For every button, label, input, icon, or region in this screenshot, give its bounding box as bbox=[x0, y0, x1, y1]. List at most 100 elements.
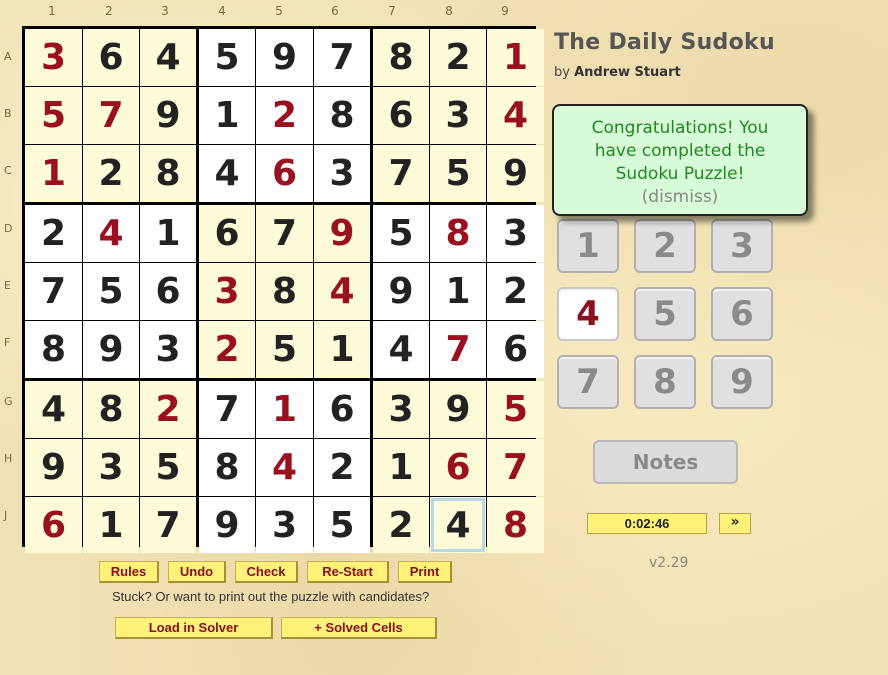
cell-J1[interactable]: 6 bbox=[25, 497, 82, 553]
cell-E3[interactable]: 6 bbox=[140, 263, 196, 320]
cell-D7[interactable]: 5 bbox=[373, 205, 429, 262]
cell-E2[interactable]: 5 bbox=[83, 263, 139, 320]
cell-B5[interactable]: 2 bbox=[256, 87, 313, 144]
cell-A4[interactable]: 5 bbox=[199, 29, 255, 86]
cell-F2[interactable]: 9 bbox=[83, 321, 139, 378]
cell-D3[interactable]: 1 bbox=[140, 205, 196, 262]
numpad-button-2[interactable]: 2 bbox=[634, 219, 696, 273]
cell-C4[interactable]: 4 bbox=[199, 145, 255, 202]
cell-G7[interactable]: 3 bbox=[373, 381, 429, 438]
cell-C7[interactable]: 7 bbox=[373, 145, 429, 202]
cell-H8[interactable]: 6 bbox=[430, 439, 486, 496]
rules-button[interactable]: Rules bbox=[99, 561, 159, 583]
timer-next-button[interactable]: » bbox=[719, 513, 751, 534]
cell-G1[interactable]: 4 bbox=[25, 381, 82, 438]
cell-J3[interactable]: 7 bbox=[140, 497, 196, 553]
cell-D6[interactable]: 9 bbox=[314, 205, 370, 262]
cell-B1[interactable]: 5 bbox=[25, 87, 82, 144]
cell-E1[interactable]: 7 bbox=[25, 263, 82, 320]
cell-H4[interactable]: 8 bbox=[199, 439, 255, 496]
cell-B4[interactable]: 1 bbox=[199, 87, 255, 144]
cell-D8[interactable]: 8 bbox=[430, 205, 486, 262]
numpad-button-6[interactable]: 6 bbox=[711, 287, 773, 341]
cell-J2[interactable]: 1 bbox=[83, 497, 139, 553]
cell-G6[interactable]: 6 bbox=[314, 381, 370, 438]
numpad-button-4[interactable]: 4 bbox=[557, 287, 619, 341]
cell-C9[interactable]: 9 bbox=[487, 145, 544, 202]
check-button[interactable]: Check bbox=[235, 561, 298, 583]
cell-H9[interactable]: 7 bbox=[487, 439, 544, 496]
cell-F4[interactable]: 2 bbox=[199, 321, 255, 378]
cell-E9[interactable]: 2 bbox=[487, 263, 544, 320]
cell-C3[interactable]: 8 bbox=[140, 145, 196, 202]
cell-H6[interactable]: 2 bbox=[314, 439, 370, 496]
cell-F9[interactable]: 6 bbox=[487, 321, 544, 378]
numpad-button-5[interactable]: 5 bbox=[634, 287, 696, 341]
cell-C1[interactable]: 1 bbox=[25, 145, 82, 202]
cell-A5[interactable]: 9 bbox=[256, 29, 313, 86]
cell-C5[interactable]: 6 bbox=[256, 145, 313, 202]
cell-F5[interactable]: 5 bbox=[256, 321, 313, 378]
cell-B2[interactable]: 7 bbox=[83, 87, 139, 144]
cell-J9[interactable]: 8 bbox=[487, 497, 544, 553]
cell-A8[interactable]: 2 bbox=[430, 29, 486, 86]
numpad-button-1[interactable]: 1 bbox=[557, 219, 619, 273]
cell-C6[interactable]: 3 bbox=[314, 145, 370, 202]
undo-button[interactable]: Undo bbox=[168, 561, 226, 583]
cell-A3[interactable]: 4 bbox=[140, 29, 196, 86]
cell-D1[interactable]: 2 bbox=[25, 205, 82, 262]
restart-button[interactable]: Re-Start bbox=[307, 561, 389, 583]
cell-J8[interactable]: 4 bbox=[430, 497, 486, 553]
numpad-button-8[interactable]: 8 bbox=[634, 355, 696, 409]
cell-E8[interactable]: 1 bbox=[430, 263, 486, 320]
cell-D5[interactable]: 7 bbox=[256, 205, 313, 262]
cell-E6[interactable]: 4 bbox=[314, 263, 370, 320]
numpad-button-3[interactable]: 3 bbox=[711, 219, 773, 273]
cell-E7[interactable]: 9 bbox=[373, 263, 429, 320]
cell-B6[interactable]: 8 bbox=[314, 87, 370, 144]
cell-F6[interactable]: 1 bbox=[314, 321, 370, 378]
cell-C8[interactable]: 5 bbox=[430, 145, 486, 202]
cell-A7[interactable]: 8 bbox=[373, 29, 429, 86]
dismiss-link[interactable]: (dismiss) bbox=[554, 186, 806, 209]
cell-B9[interactable]: 4 bbox=[487, 87, 544, 144]
cell-J7[interactable]: 2 bbox=[373, 497, 429, 553]
notes-button[interactable]: Notes bbox=[593, 440, 738, 484]
load-in-solver-button[interactable]: Load in Solver bbox=[115, 617, 273, 639]
cell-A2[interactable]: 6 bbox=[83, 29, 139, 86]
cell-B7[interactable]: 6 bbox=[373, 87, 429, 144]
cell-H1[interactable]: 9 bbox=[25, 439, 82, 496]
cell-G3[interactable]: 2 bbox=[140, 381, 196, 438]
cell-D9[interactable]: 3 bbox=[487, 205, 544, 262]
cell-G2[interactable]: 8 bbox=[83, 381, 139, 438]
numpad-button-9[interactable]: 9 bbox=[711, 355, 773, 409]
cell-D2[interactable]: 4 bbox=[83, 205, 139, 262]
print-button[interactable]: Print bbox=[398, 561, 452, 583]
cell-C2[interactable]: 2 bbox=[83, 145, 139, 202]
cell-J5[interactable]: 3 bbox=[256, 497, 313, 553]
cell-F3[interactable]: 3 bbox=[140, 321, 196, 378]
cell-F8[interactable]: 7 bbox=[430, 321, 486, 378]
cell-H2[interactable]: 3 bbox=[83, 439, 139, 496]
solved-cells-button[interactable]: + Solved Cells bbox=[281, 617, 437, 639]
cell-G8[interactable]: 9 bbox=[430, 381, 486, 438]
cell-G9[interactable]: 5 bbox=[487, 381, 544, 438]
cell-A6[interactable]: 7 bbox=[314, 29, 370, 86]
cell-H5[interactable]: 4 bbox=[256, 439, 313, 496]
cell-E5[interactable]: 8 bbox=[256, 263, 313, 320]
cell-J4[interactable]: 9 bbox=[199, 497, 255, 553]
cell-B8[interactable]: 3 bbox=[430, 87, 486, 144]
cell-F1[interactable]: 8 bbox=[25, 321, 82, 378]
cell-J6[interactable]: 5 bbox=[314, 497, 370, 553]
cell-A1[interactable]: 3 bbox=[25, 29, 82, 86]
cell-F7[interactable]: 4 bbox=[373, 321, 429, 378]
cell-D4[interactable]: 6 bbox=[199, 205, 255, 262]
cell-G5[interactable]: 1 bbox=[256, 381, 313, 438]
cell-H3[interactable]: 5 bbox=[140, 439, 196, 496]
cell-H7[interactable]: 1 bbox=[373, 439, 429, 496]
cell-A9[interactable]: 1 bbox=[487, 29, 544, 86]
cell-B3[interactable]: 9 bbox=[140, 87, 196, 144]
cell-G4[interactable]: 7 bbox=[199, 381, 255, 438]
cell-E4[interactable]: 3 bbox=[199, 263, 255, 320]
numpad-button-7[interactable]: 7 bbox=[557, 355, 619, 409]
